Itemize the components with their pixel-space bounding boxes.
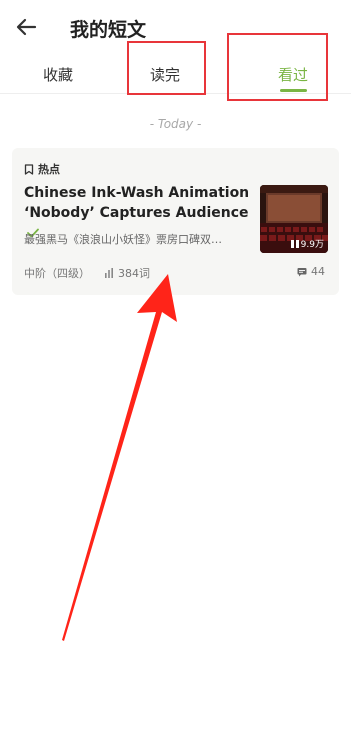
highlight-box-finished <box>127 41 206 95</box>
comment-count-label: 44 <box>311 265 325 278</box>
bar-chart-icon <box>105 268 113 278</box>
bookmark-icon <box>24 163 34 175</box>
back-button[interactable] <box>14 14 40 40</box>
article-summary: 最强黑马《浪浪山小妖怪》票房口碑双… <box>24 233 222 246</box>
word-count: 384词 <box>104 265 150 281</box>
tag-label: 热点 <box>38 163 60 176</box>
comment-count[interactable]: 44 <box>297 265 325 278</box>
tab-favorites[interactable]: 收藏 <box>43 64 73 85</box>
page-title: 我的短文 <box>70 19 147 41</box>
article-title-text: Chinese Ink-Wash Animation ‘Nobody’ Capt… <box>24 185 250 221</box>
comment-icon <box>297 267 307 276</box>
hot-tag: 热点 <box>24 161 60 177</box>
highlight-box-viewed <box>227 33 328 101</box>
article-card[interactable]: 热点 Chinese Ink-Wash Animation ‘Nobody’ C… <box>12 148 339 295</box>
arrow-left-icon <box>16 18 37 36</box>
red-arrow-annotation <box>62 274 177 641</box>
article-thumbnail: 9.9万 <box>260 185 328 253</box>
play-stats-icon <box>290 239 299 248</box>
date-separator: - Today - <box>149 117 202 131</box>
view-count-label: 9.9万 <box>300 240 324 250</box>
difficulty-level: 中阶（四级） <box>24 267 90 280</box>
view-count: 9.9万 <box>290 237 324 250</box>
word-count-label: 384词 <box>118 267 150 280</box>
